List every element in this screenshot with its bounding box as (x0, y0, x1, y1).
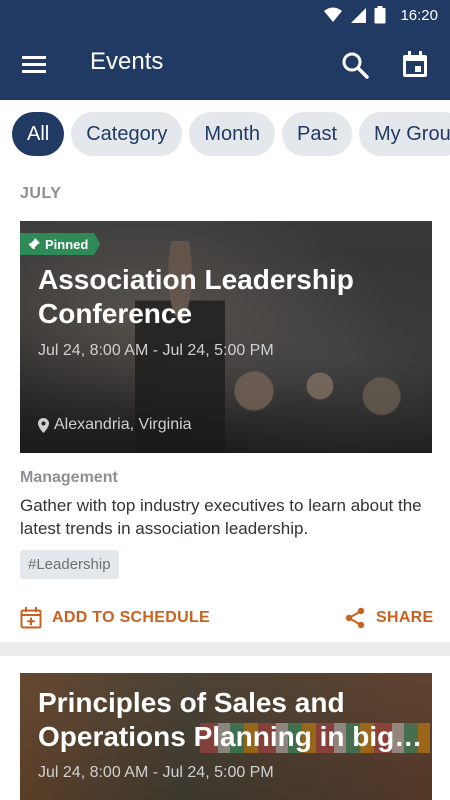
wifi-icon (324, 7, 343, 22)
page-title: Events (90, 48, 164, 75)
image-audience (210, 351, 430, 451)
event-title-2[interactable]: Principles of Sales and Operations Plann… (38, 686, 428, 754)
filter-chip-past[interactable]: Past (281, 112, 353, 156)
event-location: Alexandria, Virginia (38, 416, 192, 434)
filter-chip-my-groups[interactable]: My Grou (359, 112, 450, 156)
filter-chip-month[interactable]: Month (189, 112, 275, 156)
event-location-text: Alexandria, Virginia (54, 416, 192, 433)
event-date: Jul 24, 8:00 AM - Jul 24, 5:00 PM (38, 342, 274, 359)
event-category: Management (20, 469, 118, 486)
signal-icon (351, 8, 367, 23)
share-button[interactable]: SHARE (344, 605, 434, 631)
status-time: 16:20 (400, 6, 438, 24)
status-bar: 16:20 (0, 0, 450, 30)
menu-icon[interactable] (20, 52, 50, 78)
card-divider (0, 642, 450, 656)
pinned-label: Pinned (45, 236, 89, 252)
add-to-schedule-button[interactable]: ADD TO SCHEDULE (20, 605, 210, 631)
event-title[interactable]: Association Leadership Conference (38, 263, 428, 331)
search-icon[interactable] (340, 50, 370, 80)
add-to-schedule-label: ADD TO SCHEDULE (52, 609, 210, 626)
event-date-2: Jul 24, 8:00 AM - Jul 24, 5:00 PM (38, 764, 274, 781)
pinned-badge: Pinned (20, 233, 101, 255)
event-description: Gather with top industry executives to l… (20, 496, 422, 538)
filter-chip-all[interactable]: All (12, 112, 65, 156)
event-tag[interactable]: #Leadership (20, 550, 119, 579)
calendar-add-icon (20, 607, 42, 629)
calendar-icon[interactable] (400, 50, 430, 80)
share-label: SHARE (376, 609, 434, 626)
location-icon (38, 417, 49, 433)
pin-icon (28, 238, 40, 250)
filter-chips: All Category Month Past My Grou (12, 112, 450, 158)
month-section-label: JULY (20, 185, 62, 202)
status-icons: 16:20 (324, 0, 438, 30)
filter-chip-category[interactable]: Category (71, 112, 183, 156)
battery-icon (374, 6, 386, 24)
app-bar: Events (0, 30, 450, 100)
share-icon (345, 607, 365, 629)
